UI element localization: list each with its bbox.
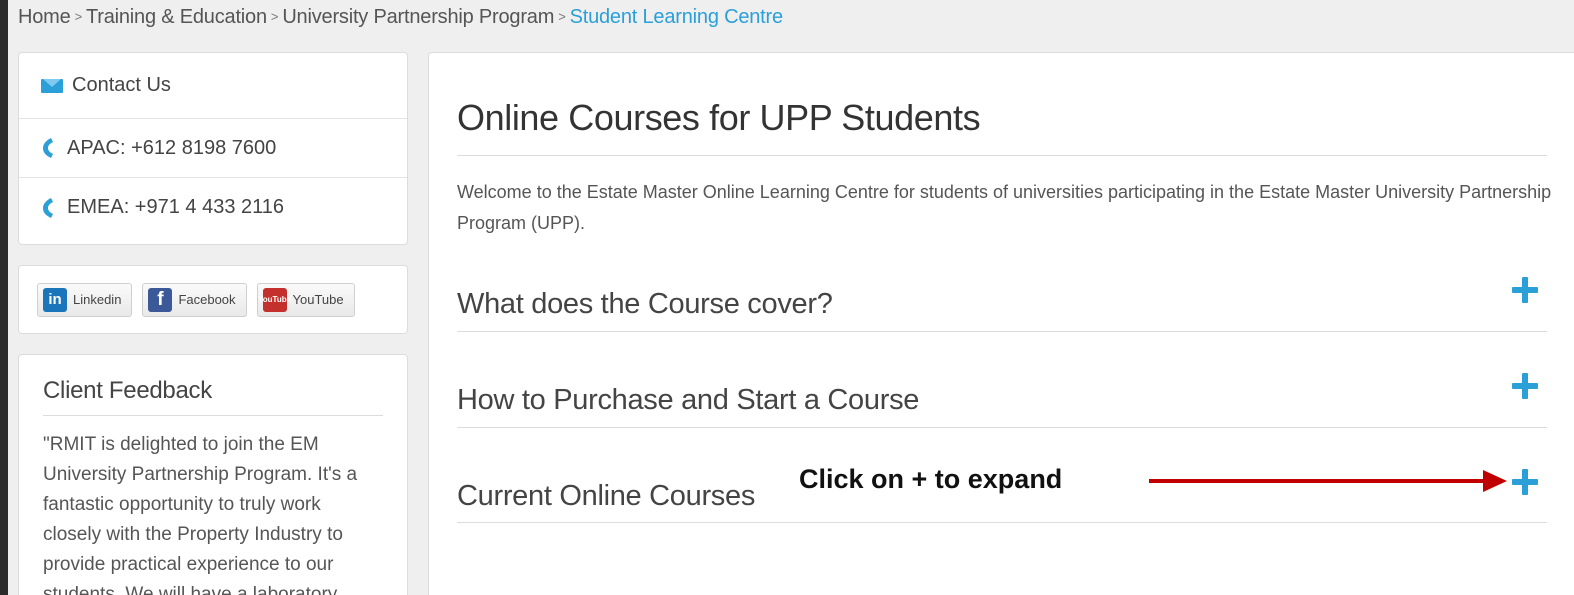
facebook-button[interactable]: f Facebook: [142, 282, 247, 317]
emea-phone[interactable]: EMEA: +971 4 433 2116: [19, 178, 407, 237]
contact-us-label: Contact Us: [72, 74, 171, 96]
breadcrumb-separator: >: [74, 9, 83, 24]
apac-number: : +612 8198 7600: [119, 136, 277, 159]
phone-icon: [43, 138, 53, 158]
section-purchase-title[interactable]: How to Purchase and Start a Course: [457, 384, 919, 417]
divider: [457, 155, 1547, 156]
facebook-icon: f: [148, 287, 173, 312]
client-feedback-panel: Client Feedback "RMIT is delighted to jo…: [18, 354, 408, 595]
emea-label: EMEA: [67, 196, 124, 218]
annotation-arrow-icon: [1149, 470, 1507, 492]
linkedin-icon: in: [43, 287, 67, 312]
breadcrumb-home[interactable]: Home: [18, 6, 71, 28]
mail-icon: [41, 78, 63, 93]
divider: [457, 427, 1547, 428]
breadcrumb: Home > Training & Education > University Par…: [18, 6, 783, 32]
breadcrumb-separator: >: [558, 9, 566, 24]
intro-text: Welcome to the Estate Master Online Lear…: [457, 182, 1552, 233]
social-panel: in Linkedin f Facebook You Tube YouTube: [18, 265, 408, 334]
apac-label: APAC: [67, 136, 120, 159]
section-current-courses-title[interactable]: Current Online Courses: [457, 480, 755, 513]
linkedin-label: Linkedin: [73, 292, 122, 307]
page-title: Online Courses for UPP Students: [457, 97, 981, 138]
divider: [457, 522, 1547, 523]
expand-plus-icon[interactable]: [1512, 277, 1538, 303]
main-content: Online Courses for UPP Students Welcome …: [428, 52, 1574, 595]
section-course-cover-title[interactable]: What does the Course cover?: [457, 288, 833, 321]
page-frame: Home > Training & Education > University Par…: [8, 0, 1574, 595]
breadcrumb-training[interactable]: Training & Education: [86, 6, 267, 28]
breadcrumb-upp[interactable]: University Partnership Program: [282, 6, 554, 28]
contact-panel: Contact Us APAC: +612 8198 7600 EMEA: +9…: [18, 52, 408, 245]
breadcrumb-current: Student Learning Centre: [569, 6, 784, 28]
apac-phone[interactable]: APAC: +612 8198 7600: [19, 119, 407, 178]
youtube-icon-bottom: Tube: [272, 295, 292, 304]
linkedin-button[interactable]: in Linkedin: [37, 282, 133, 317]
annotation-label: Click on + to expand: [799, 464, 1063, 494]
youtube-button[interactable]: You Tube YouTube: [256, 282, 355, 317]
divider: [457, 331, 1547, 332]
facebook-label: Facebook: [178, 292, 236, 307]
feedback-quote: "RMIT is delighted to join the EM Univer…: [43, 434, 358, 595]
emea-number: : +971 4 433 2116: [123, 196, 285, 218]
contact-us-link[interactable]: Contact Us: [19, 53, 407, 119]
feedback-title: Client Feedback: [43, 377, 383, 416]
expand-plus-icon[interactable]: [1512, 469, 1538, 495]
youtube-icon-top: You: [258, 295, 273, 304]
breadcrumb-separator: >: [270, 9, 279, 24]
youtube-icon: You Tube: [258, 287, 291, 312]
expand-plus-icon[interactable]: [1512, 373, 1538, 399]
youtube-label: YouTube: [292, 292, 344, 307]
phone-icon: [43, 197, 53, 218]
